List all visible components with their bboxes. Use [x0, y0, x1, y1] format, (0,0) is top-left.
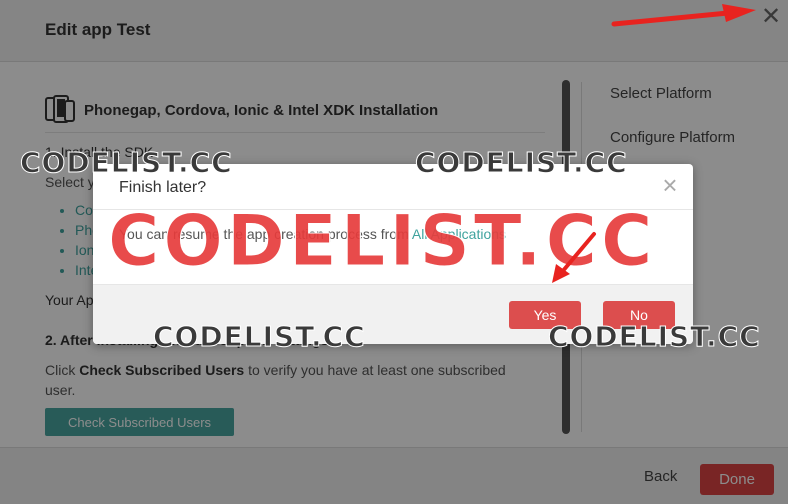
watermark: CODELIST.CC — [415, 146, 628, 180]
dialog-close-icon[interactable]: × — [659, 172, 681, 198]
annotation-arrow-icon — [552, 232, 596, 283]
dialog-title: Finish later? — [119, 179, 207, 196]
watermark: CODELIST.CC — [153, 320, 366, 354]
annotation-arrow-icon — [611, 4, 756, 27]
watermark: CODELIST.CC — [548, 320, 761, 354]
watermark: CODELIST.CC — [20, 146, 233, 180]
